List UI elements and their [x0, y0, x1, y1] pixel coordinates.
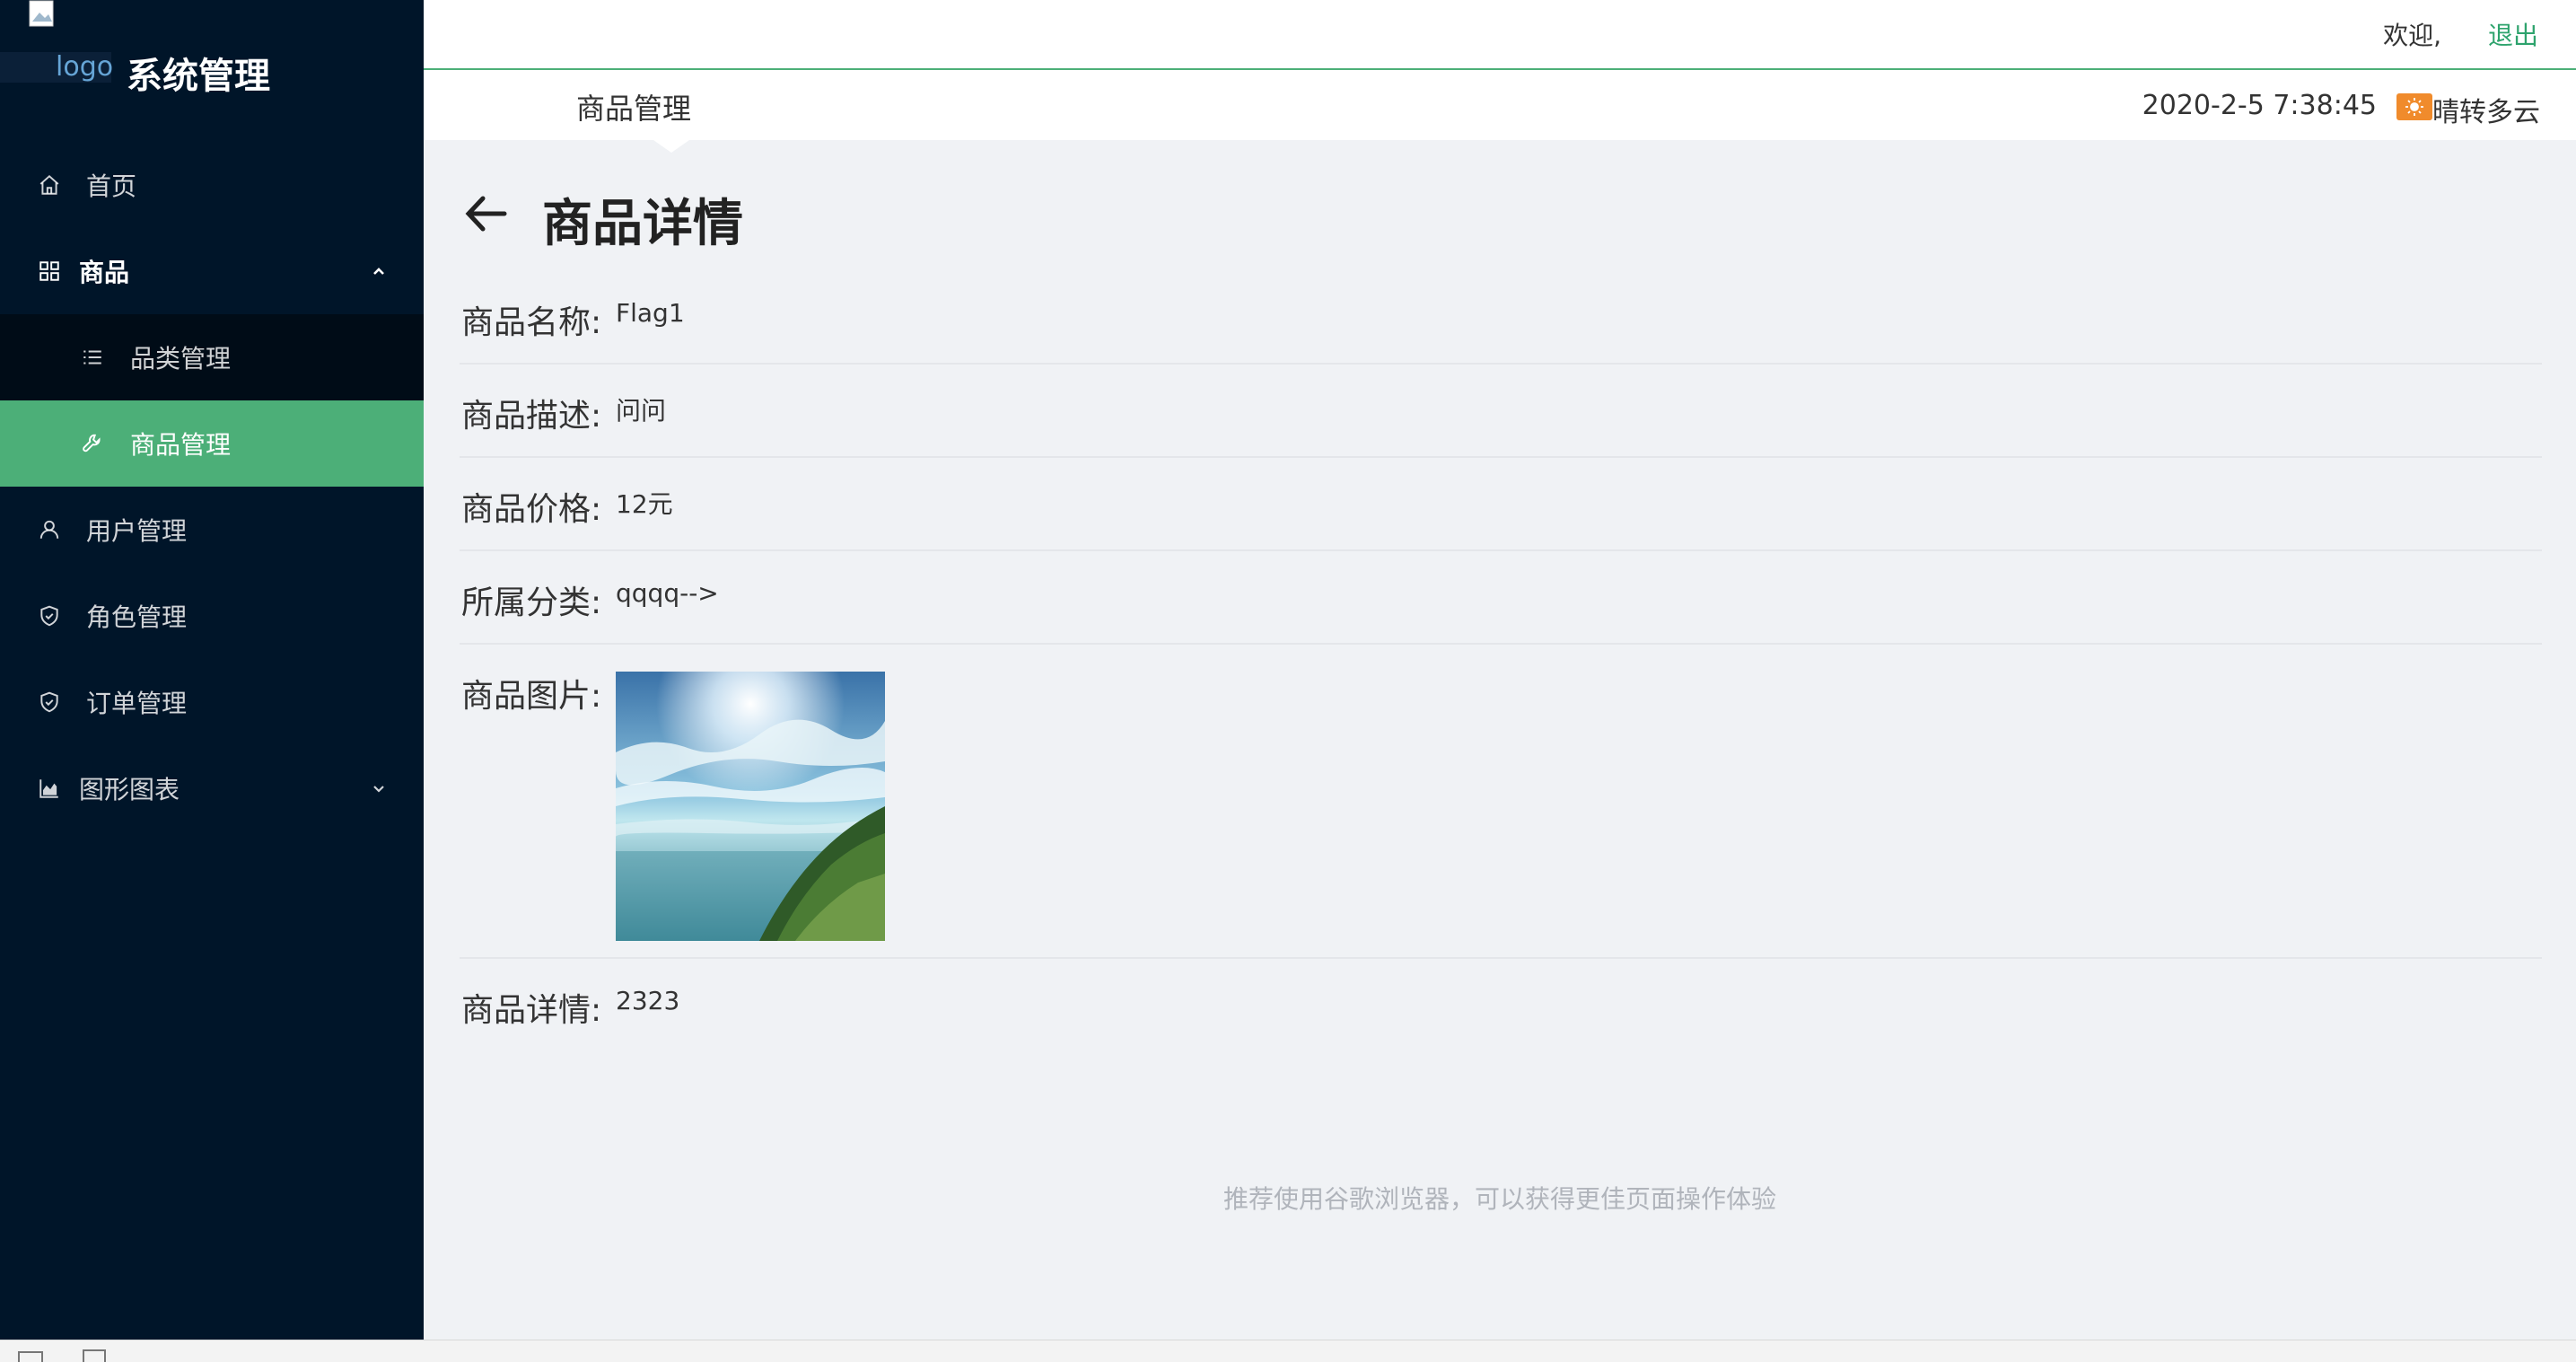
- browser-tip: 推荐使用谷歌浏览器，可以获得更佳页面操作体验: [1222, 1184, 1776, 1214]
- sub-header: 商品管理 2020-2-5 7:38:45 晴转多云: [424, 70, 2576, 153]
- appstore-icon: [36, 258, 63, 285]
- current-datetime: 2020-2-5 7:38:45: [2142, 90, 2377, 121]
- detail-label: 商品详情:: [461, 992, 602, 1029]
- safety-icon: [36, 602, 63, 629]
- chevron-up-icon: [373, 268, 384, 275]
- detail-row-detail: 商品详情: 2323: [460, 959, 2542, 1049]
- sidebar-item-products[interactable]: 商品: [0, 228, 424, 314]
- detail-label: 所属分类:: [461, 584, 602, 621]
- products-submenu: 品类管理 商品管理: [0, 314, 424, 487]
- welcome-text: 欢迎,: [2383, 21, 2441, 50]
- detail-label: 商品名称:: [461, 304, 602, 341]
- sidebar-item-label: 首页: [86, 171, 137, 201]
- detail-list: 商品名称: Flag1 商品描述: 问问 商品价格: 12元 所属分类: qqq…: [460, 271, 2542, 1049]
- main-content: 商品详情 商品名称: Flag1 商品描述: 问问 商品价格: 12元 所属分类…: [424, 140, 2576, 1340]
- detail-label: 商品图片:: [461, 678, 602, 715]
- weather-text: 晴转多云: [2432, 97, 2540, 128]
- detail-label: 商品价格:: [461, 491, 602, 528]
- detail-row-category: 所属分类: qqqq-->: [460, 551, 2542, 645]
- sidebar-item-label: 订单管理: [86, 689, 188, 718]
- sidebar-item-label: 图形图表: [79, 775, 180, 804]
- chevron-down-icon: [373, 786, 384, 793]
- area-chart-icon: [36, 775, 63, 802]
- product-image: [616, 672, 885, 941]
- bottom-bar: [0, 1340, 2576, 1362]
- tool-icon: [79, 430, 106, 457]
- sidebar-item-category[interactable]: 品类管理: [0, 314, 424, 400]
- sidebar-item-label: 用户管理: [86, 516, 188, 546]
- sidebar-item-label: 角色管理: [86, 602, 188, 632]
- broken-image-icon: [29, 0, 54, 27]
- sidebar-item-product-management[interactable]: 商品管理: [0, 400, 424, 487]
- safety-icon: [36, 689, 63, 716]
- sidebar-item-users[interactable]: 用户管理: [0, 487, 424, 573]
- panel-icon[interactable]: [18, 1351, 43, 1362]
- home-icon: [36, 171, 63, 198]
- arrow-left-icon[interactable]: [460, 187, 513, 241]
- top-header: 欢迎, 退出: [424, 0, 2576, 70]
- detail-row-name: 商品名称: Flag1: [460, 271, 2542, 365]
- sidebar-item-orders[interactable]: 订单管理: [0, 659, 424, 745]
- bars-icon: [79, 344, 106, 371]
- detail-label: 商品描述:: [461, 398, 602, 435]
- detail-row-description: 商品描述: 问问: [460, 365, 2542, 458]
- side-menu: 首页 商品 品类管理 商品管理 用户管理 角色管理 订单管理 图形图表: [0, 142, 424, 831]
- detail-value: qqqq-->: [616, 578, 719, 608]
- logout-link[interactable]: 退出: [2488, 16, 2538, 52]
- user-icon: [36, 516, 63, 543]
- page-title: 商品详情: [542, 195, 743, 253]
- window-icon[interactable]: [83, 1349, 106, 1362]
- detail-value: 问问: [616, 396, 667, 426]
- logo-area: logo 系统管理: [0, 0, 424, 135]
- sidebar-item-roles[interactable]: 角色管理: [0, 573, 424, 659]
- sidebar-item-label: 商品: [79, 258, 130, 287]
- sidebar: logo 系统管理 首页 商品 品类管理 商品管理 用户管理 角色管理 订单管理…: [0, 0, 424, 1340]
- sidebar-item-label: 商品管理: [130, 430, 232, 460]
- detail-row-price: 商品价格: 12元: [460, 458, 2542, 551]
- sidebar-item-label: 品类管理: [130, 344, 232, 373]
- sun-icon: [2396, 93, 2432, 120]
- detail-row-image: 商品图片:: [460, 645, 2542, 959]
- sidebar-item-home[interactable]: 首页: [0, 142, 424, 228]
- logo-alt-text: logo: [56, 51, 114, 83]
- detail-value: 2323: [616, 986, 680, 1015]
- detail-value: Flag1: [616, 298, 685, 328]
- detail-value: 12元: [616, 489, 673, 519]
- section-title: 商品管理: [576, 92, 692, 126]
- sidebar-item-charts[interactable]: 图形图表: [0, 745, 424, 831]
- app-title: 系统管理: [127, 56, 270, 97]
